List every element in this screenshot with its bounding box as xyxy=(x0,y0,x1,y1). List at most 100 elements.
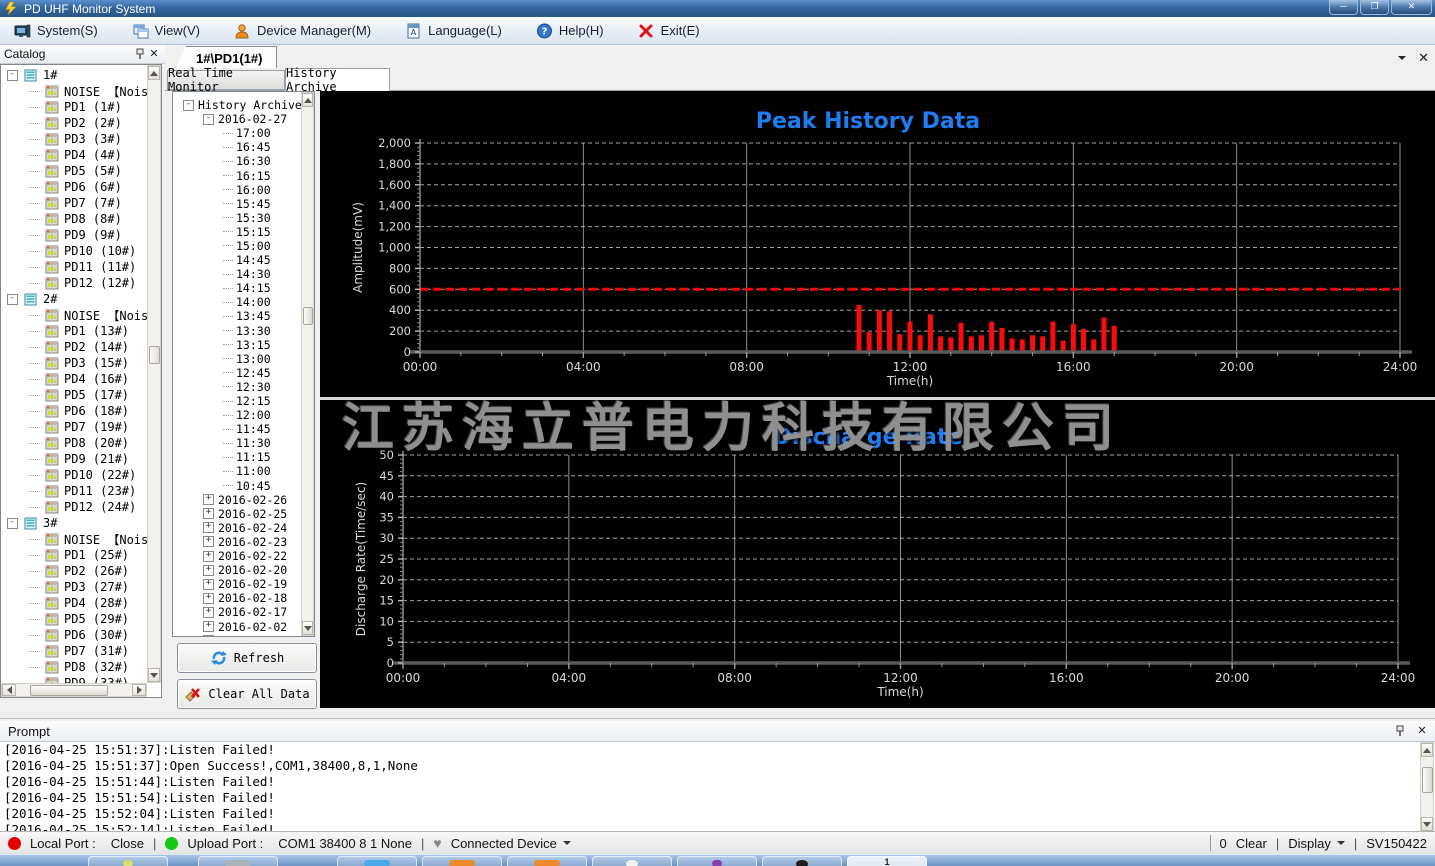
archive-time-14-45[interactable]: 14:45 xyxy=(175,253,301,267)
archive-time-11-45[interactable]: 11:45 xyxy=(175,422,301,436)
expand-expander-icon[interactable]: + xyxy=(203,508,214,520)
tree-item-pd5-17[interactable]: PD5 (17#) xyxy=(1,387,147,403)
archive-time-12-45[interactable]: 12:45 xyxy=(175,366,301,380)
refresh-button[interactable]: Refresh xyxy=(177,643,317,673)
archive-date-2016-02-19[interactable]: +2016-02-19 xyxy=(175,577,301,591)
archive-date-2016-02-27[interactable]: -2016-02-27 xyxy=(175,112,301,126)
windows-taskbar[interactable]: 1 xyxy=(0,854,1435,866)
archive-time-17-00[interactable]: 17:00 xyxy=(175,126,301,140)
expand-expander-icon[interactable]: + xyxy=(203,522,214,534)
archive-time-16-00[interactable]: 16:00 xyxy=(175,183,301,197)
tree-item-pd2-2[interactable]: PD2 (2#) xyxy=(1,115,147,131)
archive-time-13-30[interactable]: 13:30 xyxy=(175,324,301,338)
archive-time-15-15[interactable]: 15:15 xyxy=(175,225,301,239)
scroll-down-arrow[interactable] xyxy=(148,668,160,682)
tree-item-pd1-25[interactable]: PD1 (25#) xyxy=(1,547,147,563)
tree-group-3[interactable]: - 3# xyxy=(1,515,147,531)
tree-item-pd11-11[interactable]: PD11 (11#) xyxy=(1,259,147,275)
archive-root-history-archive[interactable]: - History Archive xyxy=(175,98,301,112)
tree-item-pd2-26[interactable]: PD2 (26#) xyxy=(1,563,147,579)
tree-item-pd6-18[interactable]: PD6 (18#) xyxy=(1,403,147,419)
tree-item-pd4-16[interactable]: PD4 (16#) xyxy=(1,371,147,387)
expand-expander-icon[interactable]: + xyxy=(203,621,214,633)
tree-item-pd2-14[interactable]: PD2 (14#) xyxy=(1,339,147,355)
tree-item-pd1-13[interactable]: PD1 (13#) xyxy=(1,323,147,339)
tab-list-dropdown-icon[interactable] xyxy=(1398,56,1407,60)
scroll-left-arrow[interactable] xyxy=(2,684,16,696)
collapse-expander-icon[interactable]: - xyxy=(7,69,18,81)
log-vertical-scrollbar[interactable] xyxy=(1420,742,1434,832)
collapse-expander-icon[interactable]: - xyxy=(203,113,214,125)
expand-expander-icon[interactable]: + xyxy=(203,592,214,604)
archive-date-2016-02-20[interactable]: +2016-02-20 xyxy=(175,563,301,577)
tree-item-pd1-1[interactable]: PD1 (1#) xyxy=(1,99,147,115)
tree-item-pd3-27[interactable]: PD3 (27#) xyxy=(1,579,147,595)
tree-item-noise-noise-c[interactable]: NOISE 【Noise C xyxy=(1,307,161,323)
tree-item-pd7-19[interactable]: PD7 (19#) xyxy=(1,419,147,435)
tree-item-pd4-4[interactable]: PD4 (4#) xyxy=(1,147,147,163)
archive-time-13-15[interactable]: 13:15 xyxy=(175,338,301,352)
scroll-down-arrow[interactable] xyxy=(1421,817,1433,831)
menu-item-help-h[interactable]: ? Help(H) xyxy=(532,20,608,42)
archive-time-13-45[interactable]: 13:45 xyxy=(175,309,301,323)
tree-item-pd5-29[interactable]: PD5 (29#) xyxy=(1,611,147,627)
archive-time-14-15[interactable]: 14:15 xyxy=(175,281,301,295)
tree-item-pd4-28[interactable]: PD4 (28#) xyxy=(1,595,147,611)
expand-expander-icon[interactable]: + xyxy=(203,564,214,576)
tree-item-pd3-3[interactable]: PD3 (3#) xyxy=(1,131,147,147)
archive-date-2016-02-26[interactable]: +2016-02-26 xyxy=(175,493,301,507)
tree-item-pd12-12[interactable]: PD12 (12#) xyxy=(1,275,147,291)
tree-item-pd9-9[interactable]: PD9 (9#) xyxy=(1,227,147,243)
expand-expander-icon[interactable]: + xyxy=(203,494,214,506)
menu-item-device-manager-m[interactable]: Device Manager(M) xyxy=(230,20,375,42)
scroll-up-arrow[interactable] xyxy=(148,66,160,80)
scrollbar-thumb[interactable] xyxy=(303,307,313,325)
expand-expander-icon[interactable]: + xyxy=(203,578,214,590)
close-button[interactable]: ✕ xyxy=(1391,0,1432,15)
tree-item-pd10-22[interactable]: PD10 (22#) xyxy=(1,467,147,483)
archive-time-11-30[interactable]: 11:30 xyxy=(175,436,301,450)
archive-time-15-00[interactable]: 15:00 xyxy=(175,239,301,253)
collapse-expander-icon[interactable]: - xyxy=(7,517,18,529)
catalog-horizontal-scrollbar[interactable] xyxy=(1,683,147,697)
archive-time-13-00[interactable]: 13:00 xyxy=(175,352,301,366)
archive-time-16-15[interactable]: 16:15 xyxy=(175,168,301,183)
tree-item-pd6-30[interactable]: PD6 (30#) xyxy=(1,627,147,643)
clear-counter-button[interactable]: Clear xyxy=(1236,836,1267,851)
tree-item-noise-noise-c[interactable]: NOISE 【Noise C xyxy=(1,83,161,99)
tab-real-time-monitor[interactable]: Real Time Monitor xyxy=(167,66,285,94)
archive-time-16-30[interactable]: 16:30 xyxy=(175,154,301,168)
archive-date-2016-02-23[interactable]: +2016-02-23 xyxy=(175,535,301,549)
tree-item-pd6-6[interactable]: PD6 (6#) xyxy=(1,179,147,195)
archive-time-16-45[interactable]: 16:45 xyxy=(175,140,301,154)
tab-history-archive[interactable]: History Archive xyxy=(285,66,390,94)
close-panel-icon[interactable]: ✕ xyxy=(147,48,161,61)
archive-time-14-00[interactable]: 14:00 xyxy=(175,295,301,309)
tree-item-pd9-21[interactable]: PD9 (21#) xyxy=(1,451,147,467)
collapse-expander-icon[interactable]: - xyxy=(7,293,18,305)
archive-date-2016-02-02[interactable]: +2016-02-02 xyxy=(175,619,301,634)
archive-date-2016-02-24[interactable]: +2016-02-24 xyxy=(175,521,301,535)
tree-item-pd10-10[interactable]: PD10 (10#) xyxy=(1,243,147,259)
archive-time-11-00[interactable]: 11:00 xyxy=(175,464,301,478)
scrollbar-thumb[interactable] xyxy=(149,346,160,364)
tree-item-pd5-5[interactable]: PD5 (5#) xyxy=(1,163,147,179)
archive-date-2016-02-01[interactable]: +2016-02-01 xyxy=(175,634,301,636)
archive-time-15-30[interactable]: 15:30 xyxy=(175,211,301,225)
menu-item-system-s[interactable]: System(S) xyxy=(10,20,102,42)
tree-item-pd8-32[interactable]: PD8 (32#) xyxy=(1,659,147,675)
archive-date-2016-02-17[interactable]: +2016-02-17 xyxy=(175,605,301,619)
tree-group-1[interactable]: - 1# xyxy=(1,67,147,83)
tree-item-pd8-8[interactable]: PD8 (8#) xyxy=(1,211,147,227)
menu-item-language-l[interactable]: A Language(L) xyxy=(401,20,506,42)
tree-item-pd8-20[interactable]: PD8 (20#) xyxy=(1,435,147,451)
pin-icon[interactable] xyxy=(133,48,147,61)
archive-time-12-00[interactable]: 12:00 xyxy=(175,408,301,422)
scroll-down-arrow[interactable] xyxy=(302,621,313,635)
restore-button[interactable]: ❐ xyxy=(1360,0,1389,15)
archive-date-2016-02-22[interactable]: +2016-02-22 xyxy=(175,549,301,563)
archive-time-12-30[interactable]: 12:30 xyxy=(175,380,301,394)
collapse-expander-icon[interactable]: - xyxy=(183,99,194,111)
tree-item-pd3-15[interactable]: PD3 (15#) xyxy=(1,355,147,371)
scroll-up-arrow[interactable] xyxy=(302,93,313,107)
